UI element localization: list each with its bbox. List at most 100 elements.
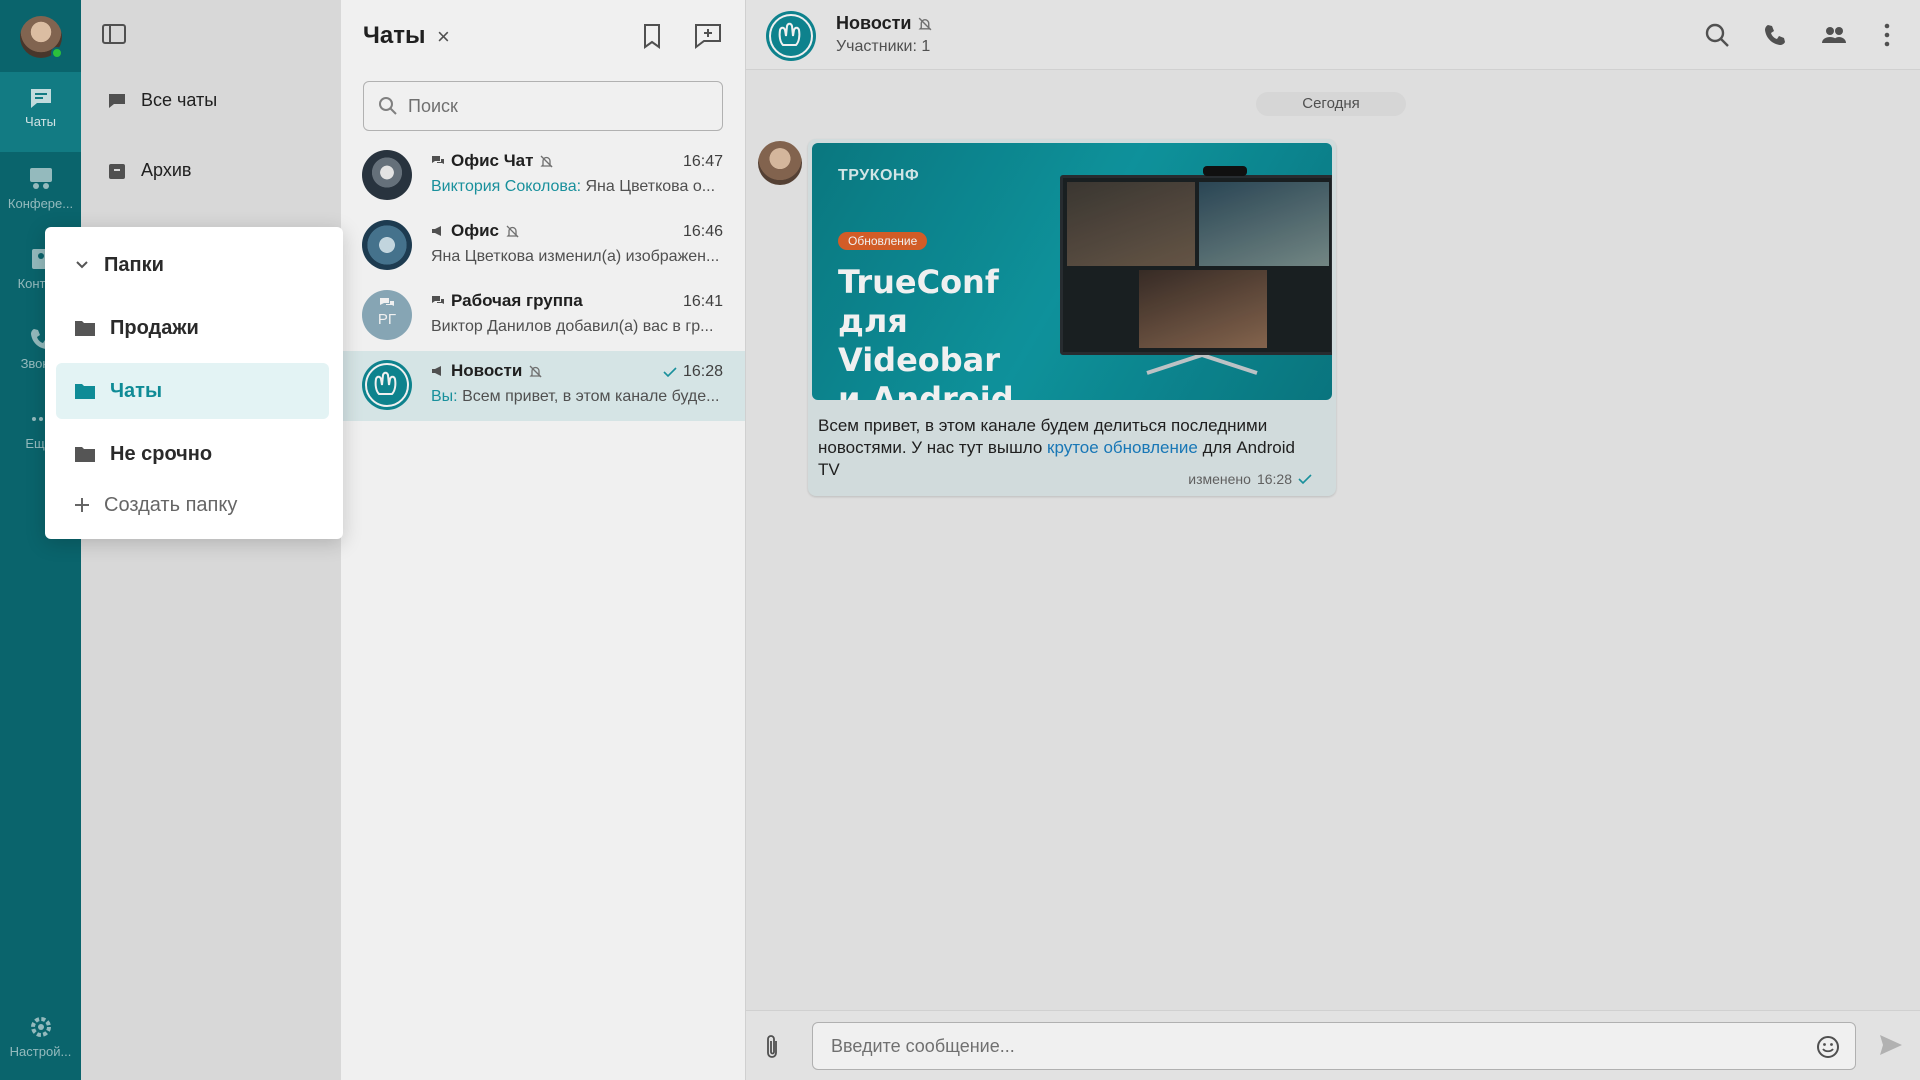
chat-list-panel: Чаты × Офис Чат 16:47 Виктория Соколова:… bbox=[341, 0, 746, 1080]
new-chat-icon bbox=[695, 24, 721, 49]
chat-time: 16:41 bbox=[682, 293, 723, 310]
chat-name: Офис Чат bbox=[451, 151, 534, 170]
folders-panel: Все чаты Архив bbox=[81, 0, 341, 1080]
folder-icon bbox=[75, 447, 95, 462]
conversation-pane: Новости Участники: 1 Сегодня ТРУКОНФ Обн… bbox=[746, 0, 1920, 1080]
archive-icon bbox=[109, 163, 125, 179]
sender-avatar[interactable] bbox=[758, 141, 802, 185]
navigation-rail: Чаты Конфере... Конта... Звон... Ещ... Н… bbox=[0, 0, 81, 1080]
tv-illustration bbox=[1060, 166, 1332, 355]
chat-preview: Яна Цветкова о... bbox=[581, 178, 716, 195]
rail-item-chats[interactable]: Чаты bbox=[0, 72, 81, 152]
chevron-down-icon bbox=[76, 261, 88, 269]
channel-icon bbox=[432, 366, 441, 376]
message-meta: изменено 16:28 bbox=[1188, 471, 1312, 487]
participants-button[interactable] bbox=[1820, 22, 1848, 53]
search-button[interactable] bbox=[1704, 22, 1730, 53]
video-tile bbox=[1067, 182, 1195, 266]
muted-bell-icon bbox=[919, 17, 932, 30]
community-icon bbox=[365, 363, 409, 407]
bookmark-button[interactable] bbox=[641, 22, 663, 55]
message-time: 16:28 bbox=[1256, 471, 1292, 487]
folder-icon bbox=[75, 384, 95, 399]
call-button[interactable] bbox=[1762, 22, 1788, 53]
chat-time: 16:46 bbox=[682, 223, 723, 240]
sidebar-toggle-icon bbox=[102, 24, 126, 44]
chat-name: Офис bbox=[451, 221, 500, 240]
read-check-icon bbox=[663, 367, 677, 378]
folders-dropdown-menu: Папки Продажи Чаты Не срочно Создать пап… bbox=[45, 227, 343, 539]
chat-bubble-icon bbox=[109, 93, 125, 108]
community-icon bbox=[769, 14, 813, 58]
gear-icon bbox=[30, 1017, 51, 1037]
send-button[interactable] bbox=[1878, 1033, 1904, 1062]
message-composer bbox=[746, 1010, 1920, 1080]
emoji-button[interactable] bbox=[1815, 1034, 1841, 1065]
user-avatar[interactable] bbox=[20, 16, 63, 59]
group-chat-icon bbox=[432, 296, 444, 304]
camera-bar bbox=[1203, 166, 1247, 176]
folder-item-sales[interactable]: Продажи bbox=[56, 300, 329, 356]
chat-sender: Виктория Соколова: bbox=[431, 178, 582, 195]
chat-name: Рабочая группа bbox=[451, 291, 583, 310]
group-chat-icon bbox=[380, 298, 394, 306]
muted-bell-icon bbox=[529, 365, 542, 377]
attach-button[interactable] bbox=[764, 1033, 780, 1066]
folders-collapse-toggle[interactable]: Папки bbox=[56, 237, 329, 293]
search-field[interactable] bbox=[363, 81, 723, 131]
folder-item-not-urgent[interactable]: Не срочно bbox=[56, 426, 329, 482]
message-input[interactable] bbox=[831, 1035, 1791, 1057]
chat-avatar: РГ bbox=[362, 290, 412, 340]
chat-time: 16:47 bbox=[682, 153, 723, 170]
banner-badge: Обновление bbox=[838, 232, 928, 250]
muted-bell-icon bbox=[506, 225, 519, 237]
folder-icon bbox=[75, 321, 95, 336]
participants-count: Участники: 1 bbox=[836, 38, 931, 55]
folder-all-chats[interactable]: Все чаты bbox=[107, 90, 217, 111]
message-bubble[interactable]: ТРУКОНФ Обновление TrueConf для Videobar… bbox=[808, 139, 1336, 496]
paperclip-icon bbox=[767, 1035, 777, 1058]
bookmark-icon bbox=[644, 24, 660, 49]
plus-icon bbox=[75, 498, 89, 512]
channel-icon bbox=[432, 226, 441, 236]
more-options-button[interactable] bbox=[1882, 22, 1892, 53]
emoji-icon bbox=[1817, 1036, 1839, 1058]
conversation-header: Новости Участники: 1 bbox=[746, 0, 1920, 70]
chat-time: 16:28 bbox=[682, 363, 723, 380]
close-folder-filter-button[interactable]: × bbox=[437, 24, 450, 50]
banner-headline: TrueConf для Videobar и Android TV bbox=[838, 263, 1014, 400]
phone-icon bbox=[1765, 25, 1785, 45]
online-status-indicator bbox=[51, 47, 63, 59]
chat-list-item-active[interactable]: Новости 16:28 Вы: Всем привет, в этом ка… bbox=[341, 351, 745, 421]
search-input[interactable] bbox=[408, 95, 698, 117]
chat-list-item[interactable]: Офис Чат 16:47 Виктория Соколова: Яна Цв… bbox=[341, 141, 745, 211]
tv-stand bbox=[1146, 355, 1258, 375]
read-check-icon bbox=[1298, 474, 1312, 485]
send-icon bbox=[1880, 1035, 1902, 1055]
panel-toggle-button[interactable] bbox=[101, 22, 127, 51]
folder-archive[interactable]: Архив bbox=[107, 160, 191, 181]
edited-label: изменено bbox=[1188, 471, 1251, 487]
chat-list-item[interactable]: Офис 16:46 Яна Цветкова изменил(а) изобр… bbox=[341, 211, 745, 281]
message-image[interactable]: ТРУКОНФ Обновление TrueConf для Videobar… bbox=[812, 143, 1332, 400]
message-input-field[interactable] bbox=[812, 1022, 1856, 1070]
search-icon bbox=[1705, 23, 1729, 47]
conversation-title: Новости bbox=[836, 13, 912, 33]
chat-list-title: Чаты bbox=[363, 22, 426, 49]
chat-preview: Виктор Данилов добавил(а) вас в гр... bbox=[431, 318, 714, 335]
rail-item-settings[interactable]: Настрой... bbox=[0, 1000, 81, 1080]
muted-bell-icon bbox=[540, 155, 554, 167]
chat-list-item[interactable]: РГ Рабочая группа 16:41 Виктор Данилов д… bbox=[341, 281, 745, 351]
folder-item-chats[interactable]: Чаты bbox=[56, 363, 329, 419]
rail-item-conferences[interactable]: Конфере... bbox=[0, 152, 81, 232]
chat-name: Новости bbox=[451, 361, 523, 380]
video-tile bbox=[1139, 270, 1267, 348]
chat-icon bbox=[30, 89, 51, 108]
update-link[interactable]: крутое обновление bbox=[1047, 438, 1198, 457]
search-icon bbox=[379, 97, 397, 115]
chat-avatar bbox=[362, 360, 412, 410]
chat-preview: Яна Цветкова изменил(а) изображен... bbox=[431, 248, 720, 265]
create-folder-button[interactable]: Создать папку bbox=[56, 477, 329, 533]
channel-avatar[interactable] bbox=[766, 11, 816, 61]
new-chat-button[interactable] bbox=[693, 22, 723, 55]
